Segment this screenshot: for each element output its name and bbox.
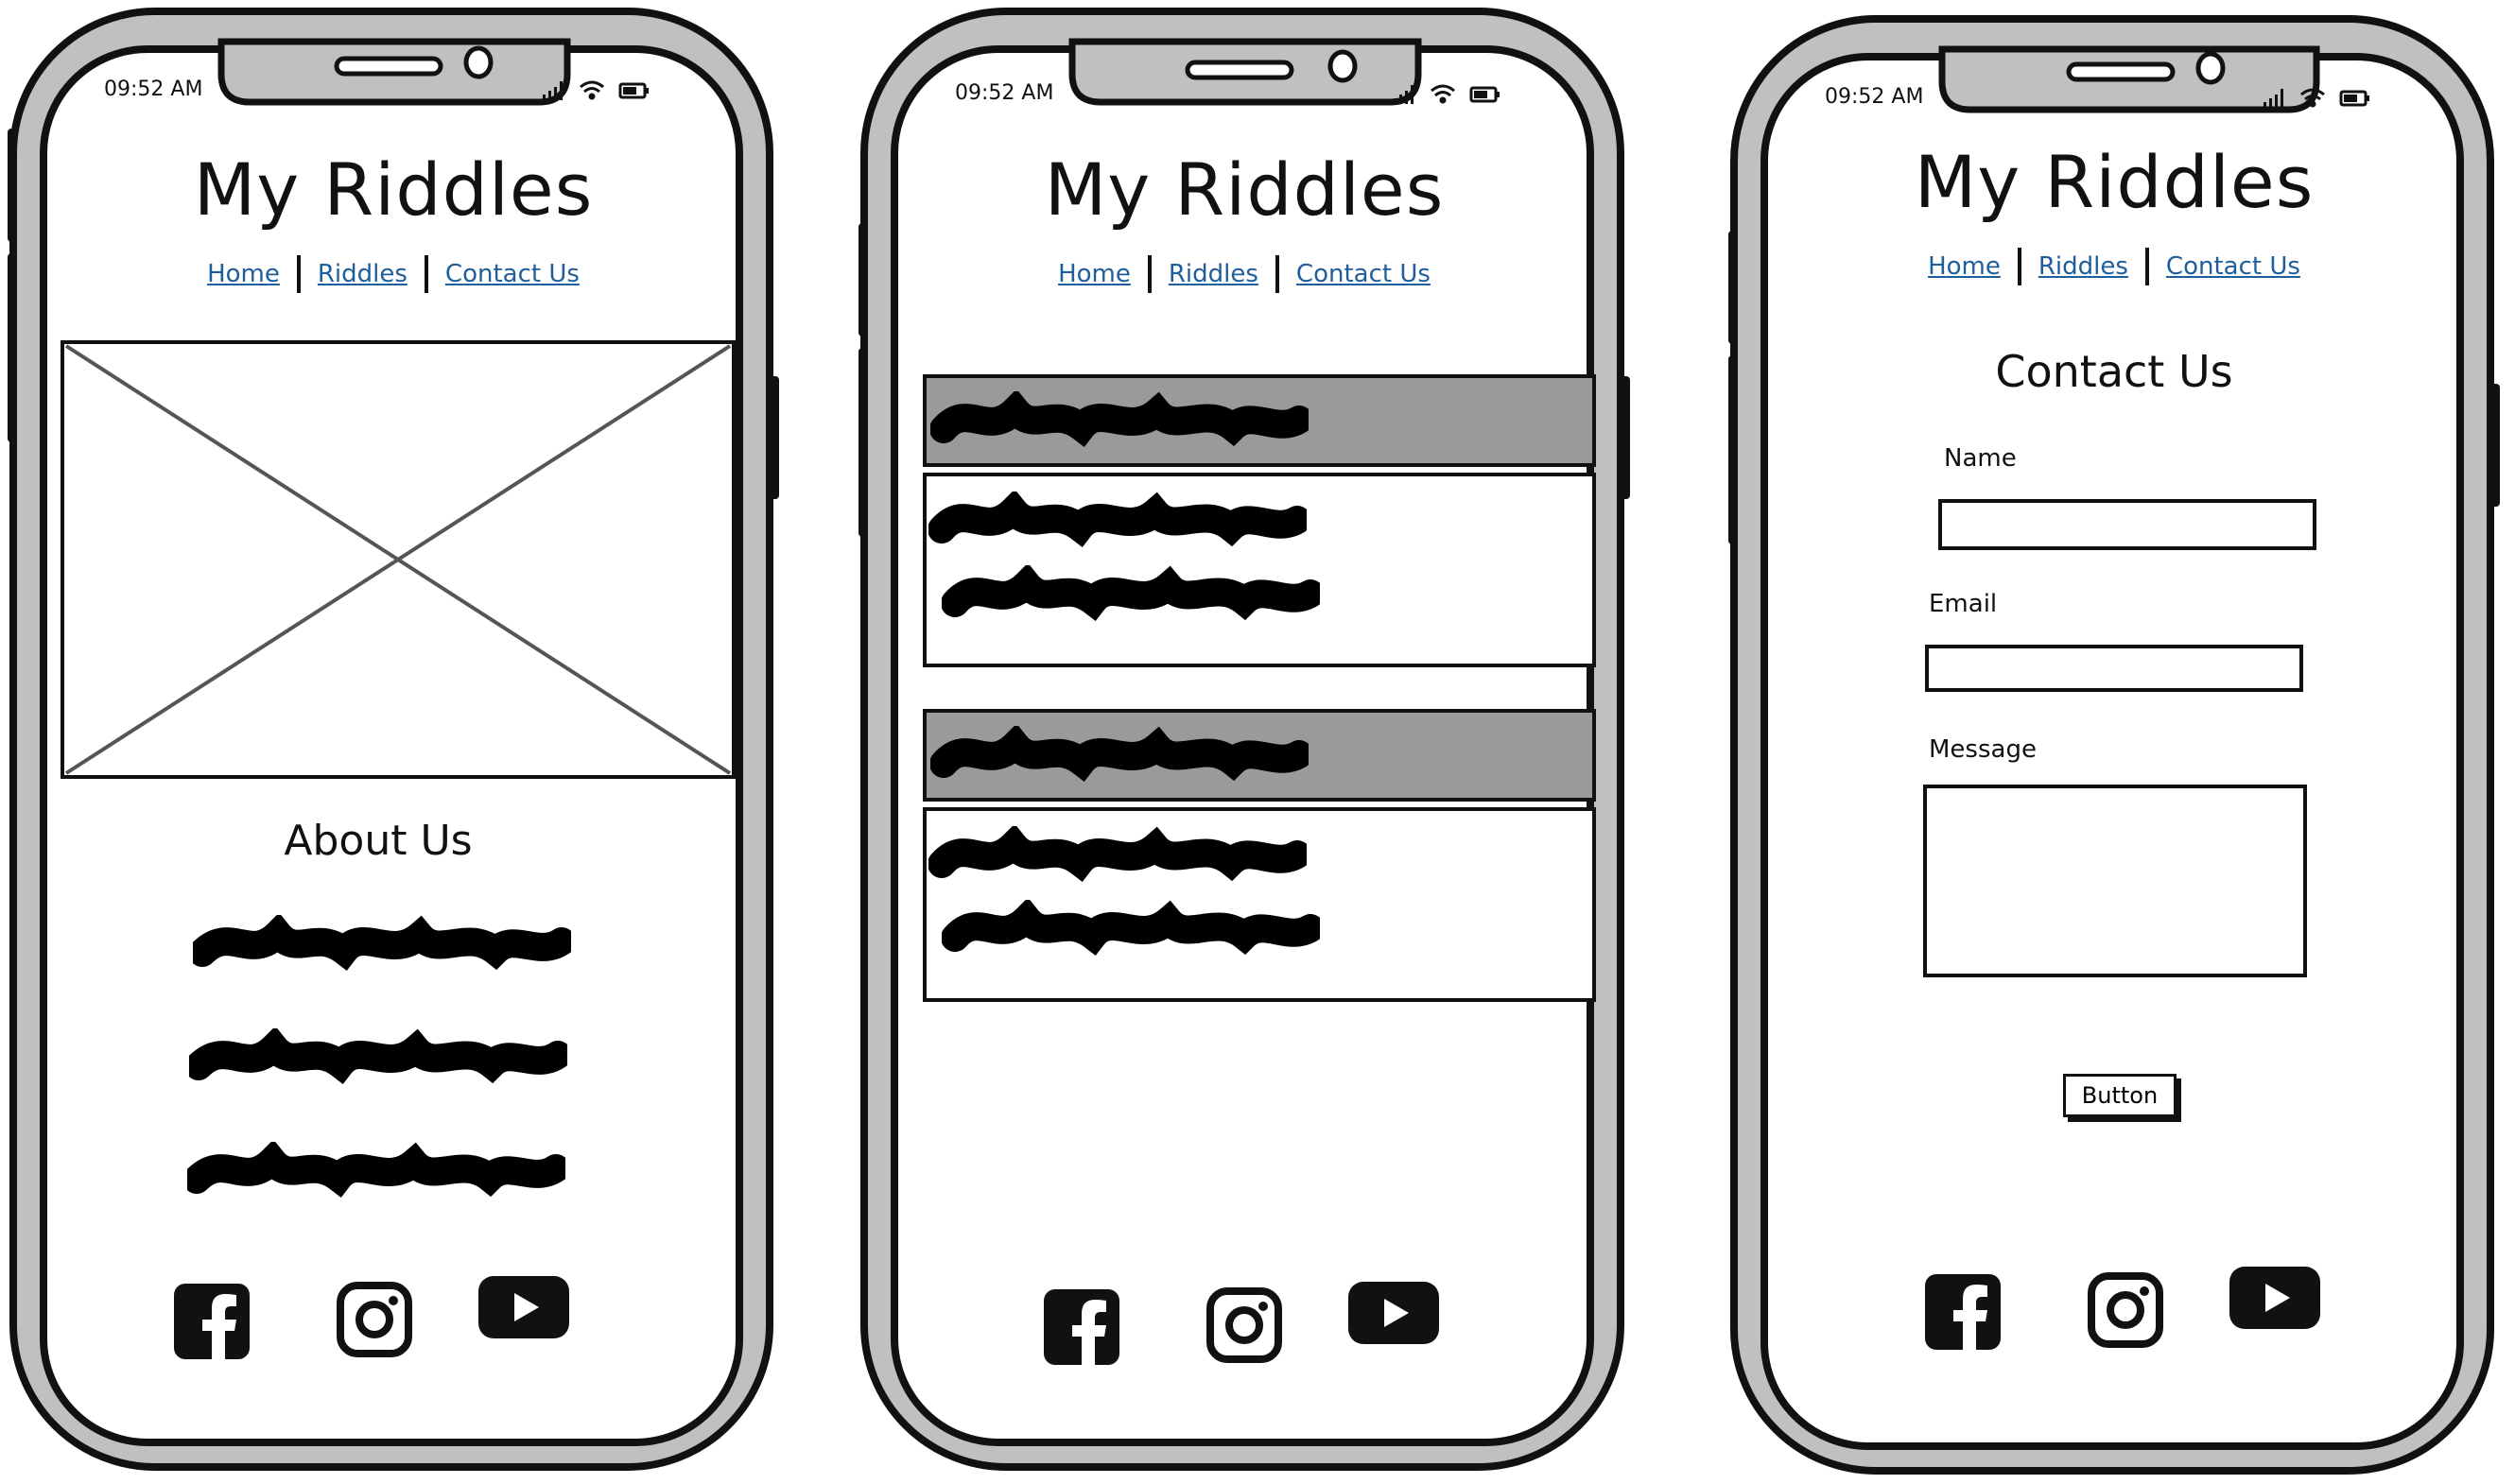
facebook-icon[interactable] <box>172 1282 252 1361</box>
youtube-icon[interactable] <box>2228 1265 2322 1331</box>
screen: 09:52 AM My Riddles Home Riddles Contact… <box>51 64 736 1444</box>
nav-divider <box>1275 255 1279 293</box>
wifi-icon <box>1431 84 1455 104</box>
signal-icon <box>1394 85 1414 104</box>
email-label: Email <box>1929 590 1998 618</box>
nav-link-home[interactable]: Home <box>1928 252 2001 281</box>
about-text-line <box>193 915 571 971</box>
status-time: 09:52 AM <box>955 81 1054 105</box>
battery-icon <box>1469 86 1500 103</box>
hero-image-placeholder <box>61 340 736 779</box>
nav-divider <box>424 255 428 293</box>
nav-bar: Home Riddles Contact Us <box>1772 248 2456 285</box>
social-links <box>902 1280 1587 1374</box>
riddle-title-text <box>930 391 1309 447</box>
nav-divider <box>1147 255 1152 293</box>
screen: 09:52 AM My Riddles Home Riddles Contact… <box>902 64 1596 1444</box>
phone-contact: 09:52 AM My Riddles Home Riddles Contact… <box>1726 15 2502 1480</box>
instagram-icon[interactable] <box>335 1280 414 1359</box>
status-icons <box>543 80 649 100</box>
about-text-line <box>187 1142 565 1198</box>
battery-icon <box>2339 90 2369 107</box>
status-time: 09:52 AM <box>104 78 203 101</box>
name-field[interactable] <box>1938 499 2316 550</box>
facebook-icon[interactable] <box>1923 1272 2003 1352</box>
nav-link-contact[interactable]: Contact Us <box>1296 260 1431 288</box>
nav-link-contact[interactable]: Contact Us <box>2166 252 2300 281</box>
status-time: 09:52 AM <box>1825 85 1924 109</box>
riddle-text-line <box>928 492 1307 547</box>
riddle-title-text <box>930 726 1309 782</box>
phone-home: 09:52 AM My Riddles Home Riddles Contact… <box>6 8 781 1473</box>
instagram-icon[interactable] <box>2086 1270 2165 1350</box>
app-title: My Riddles <box>193 147 594 232</box>
status-icons <box>2264 88 2369 108</box>
riddle-text-line <box>942 565 1320 621</box>
about-heading: About Us <box>284 817 473 865</box>
battery-icon <box>618 82 649 99</box>
nav-link-riddles[interactable]: Riddles <box>1169 260 1258 288</box>
signal-icon <box>543 81 563 100</box>
status-icons <box>1394 84 1500 104</box>
social-links <box>1772 1265 2456 1359</box>
nav-divider <box>296 255 301 293</box>
youtube-icon[interactable] <box>1346 1280 1441 1346</box>
app-title: My Riddles <box>1044 147 1445 232</box>
nav-divider <box>2144 248 2149 285</box>
social-links <box>51 1274 736 1369</box>
nav-link-contact[interactable]: Contact Us <box>445 260 580 288</box>
app-title: My Riddles <box>1914 140 2315 224</box>
email-field[interactable] <box>1925 645 2303 692</box>
riddle-text-line <box>928 826 1307 882</box>
name-label: Name <box>1944 444 2017 473</box>
wifi-icon <box>2300 88 2325 108</box>
facebook-icon[interactable] <box>1042 1287 1121 1367</box>
nav-link-riddles[interactable]: Riddles <box>318 260 408 288</box>
about-text-line <box>189 1028 567 1084</box>
message-label: Message <box>1929 735 2037 764</box>
wifi-icon <box>580 80 604 100</box>
signal-icon <box>2264 89 2283 108</box>
nav-bar: Home Riddles Contact Us <box>902 255 1587 293</box>
nav-link-home[interactable]: Home <box>207 260 280 288</box>
submit-button[interactable]: Button <box>2063 1074 2177 1117</box>
nav-link-riddles[interactable]: Riddles <box>2038 252 2128 281</box>
nav-link-home[interactable]: Home <box>1058 260 1131 288</box>
contact-heading: Contact Us <box>1995 346 2233 397</box>
message-field[interactable] <box>1923 785 2307 977</box>
phone-riddles: 09:52 AM My Riddles Home Riddles Contact… <box>857 8 1632 1473</box>
instagram-icon[interactable] <box>1205 1286 1284 1365</box>
riddle-text-line <box>942 900 1320 956</box>
youtube-icon[interactable] <box>477 1274 571 1340</box>
nav-divider <box>2017 248 2021 285</box>
screen: 09:52 AM My Riddles Home Riddles Contact… <box>1772 72 2456 1452</box>
nav-bar: Home Riddles Contact Us <box>51 255 736 293</box>
